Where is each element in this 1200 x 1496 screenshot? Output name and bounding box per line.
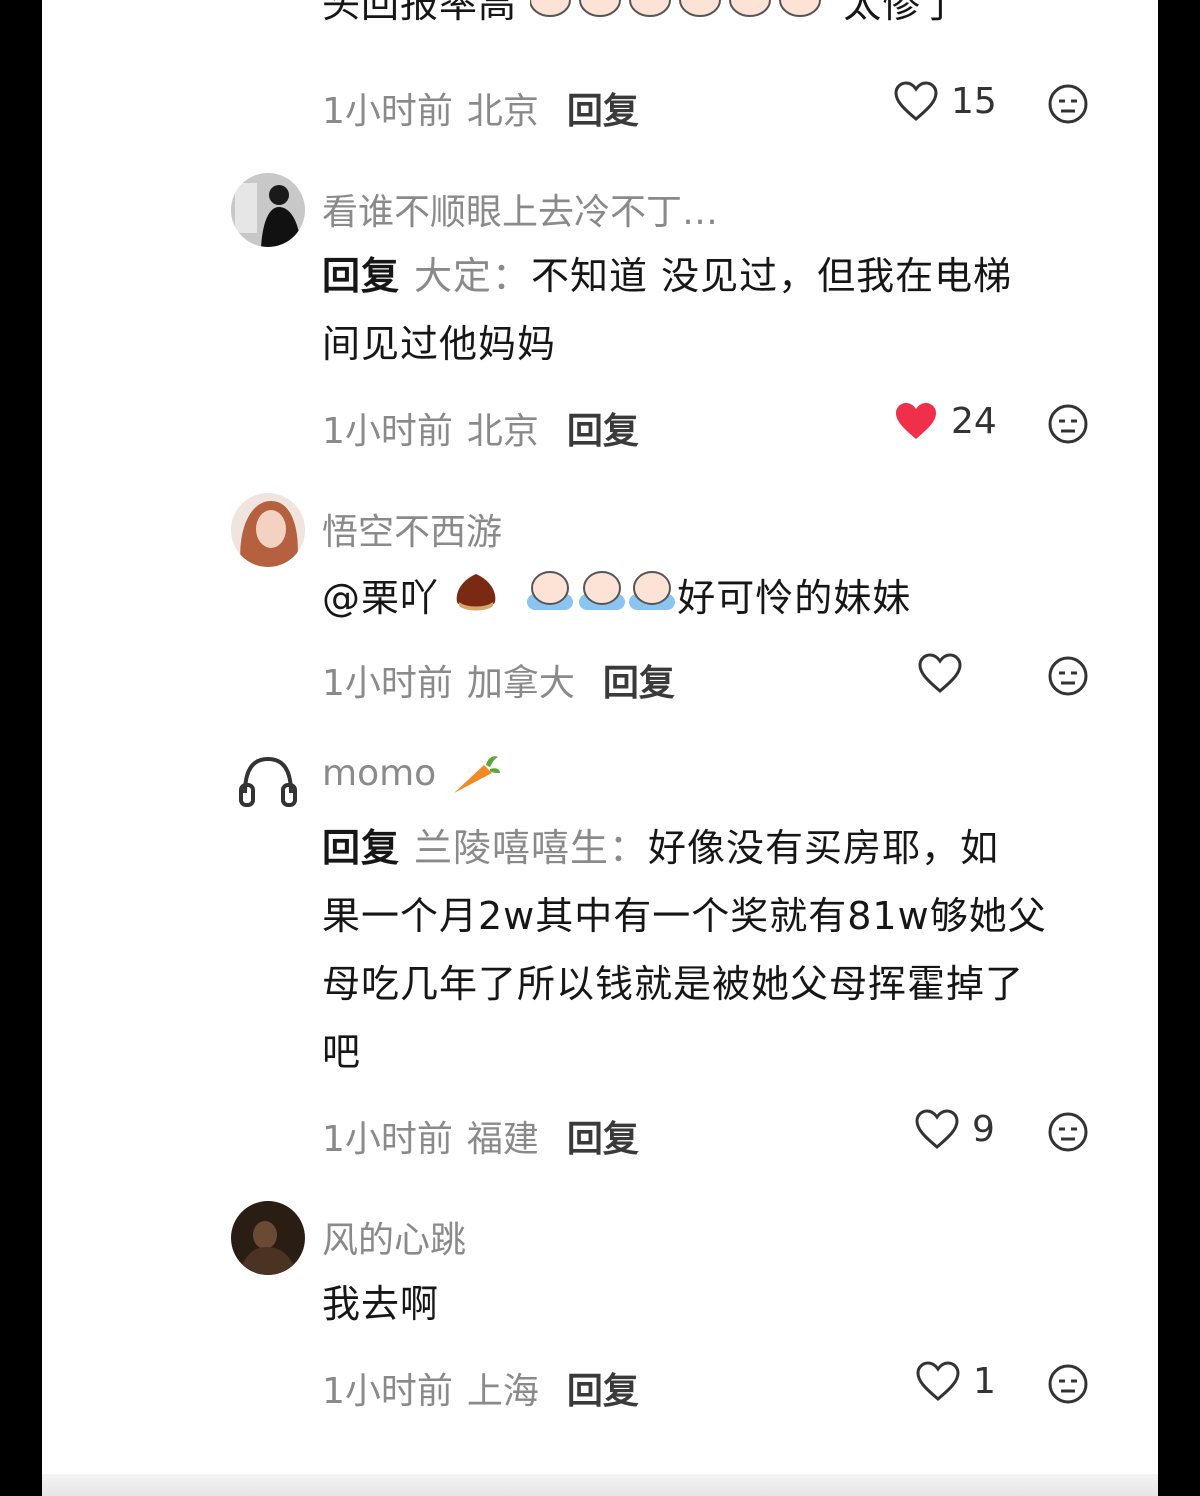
username[interactable]: 风的心跳 bbox=[322, 1211, 466, 1263]
comment-meta: 1小时前 上海 回复 bbox=[322, 1362, 639, 1414]
avatar[interactable] bbox=[231, 1201, 305, 1275]
like-count: 1 bbox=[973, 1360, 996, 1402]
comment-location: 福建 bbox=[466, 1119, 539, 1160]
comment-location: 上海 bbox=[466, 1371, 539, 1412]
like-button[interactable]: 15 bbox=[893, 80, 997, 122]
heart-icon bbox=[894, 81, 938, 121]
dislike-face-icon[interactable] bbox=[1048, 84, 1088, 124]
username-text: momo bbox=[322, 753, 437, 794]
comment-line: 我去啊 bbox=[322, 1282, 440, 1326]
comment-text-line: 好可怜的妹妹 bbox=[677, 576, 912, 620]
crying-emoji-row bbox=[529, 0, 830, 41]
comment-location: 北京 bbox=[466, 411, 539, 452]
avatar[interactable] bbox=[231, 493, 305, 567]
reply-button[interactable]: 回复 bbox=[603, 663, 675, 704]
comment-location: 北京 bbox=[466, 91, 539, 132]
comment-line: 果一个月2w其中有一个奖就有81w够她父 bbox=[322, 894, 1047, 938]
comment-meta: 1小时前 北京 回复 bbox=[322, 82, 639, 134]
comment-line: 间见过他妈妈 bbox=[322, 322, 557, 366]
comment-meta: 1小时前 北京 回复 bbox=[322, 402, 639, 454]
username[interactable]: momo bbox=[322, 753, 502, 797]
reply-button[interactable]: 回复 bbox=[567, 411, 639, 452]
chestnut-emoji bbox=[452, 567, 500, 635]
comment-line: 回复 大定：不知道 没见过，但我在电梯 bbox=[322, 242, 1122, 310]
comment-meta: 1小时前 加拿大 回复 bbox=[322, 654, 675, 706]
comment-text: 头回报率高 太惨了 bbox=[322, 0, 1122, 41]
comment-time: 1小时前 bbox=[322, 411, 453, 452]
reply-prefix: 回复 bbox=[322, 254, 401, 298]
headphones-icon bbox=[239, 756, 297, 807]
comment-location: 加拿大 bbox=[466, 663, 575, 704]
comment-text-line: 不知道 没见过，但我在电梯 bbox=[531, 254, 1013, 298]
comment-list: 头回报率高 太惨了 1小时前 北京 回复 15 看谁不顺眼上去冷不丁… 回复 大… bbox=[42, 0, 1158, 1496]
comment-line: 母吃几年了所以钱就是被她父母挥霍掉了 bbox=[322, 962, 1025, 1006]
heart-filled-icon bbox=[896, 403, 936, 439]
like-count: 24 bbox=[951, 400, 997, 442]
comment-time: 1小时前 bbox=[322, 1119, 453, 1160]
comment-text-start: 头回报率高 bbox=[322, 0, 518, 26]
like-button[interactable]: 1 bbox=[915, 1360, 996, 1402]
heart-icon bbox=[916, 1361, 960, 1401]
comment-text: 回复 兰陵嘻嘻生：好像没有买房耶，如 果一个月2w其中有一个奖就有81w够她父 母… bbox=[322, 814, 1122, 1086]
dislike-face-icon[interactable] bbox=[1048, 656, 1088, 696]
reply-button[interactable]: 回复 bbox=[567, 1371, 639, 1412]
comment-text: 回复 大定：不知道 没见过，但我在电梯 间见过他妈妈 bbox=[322, 242, 1122, 378]
username[interactable]: 看谁不顺眼上去冷不丁… bbox=[322, 183, 718, 235]
avatar[interactable] bbox=[231, 173, 305, 247]
reply-target[interactable]: 大定： bbox=[414, 254, 531, 298]
reply-target[interactable]: 兰陵嘻嘻生： bbox=[414, 826, 648, 870]
like-button[interactable]: 9 bbox=[914, 1108, 995, 1150]
bottom-bar bbox=[42, 1474, 1158, 1496]
carrot-icon bbox=[453, 756, 500, 793]
comment-text: 我去啊 bbox=[322, 1270, 1122, 1338]
dislike-face-icon[interactable] bbox=[1048, 1112, 1088, 1152]
username[interactable]: 悟空不西游 bbox=[322, 503, 502, 555]
comment-meta: 1小时前 福建 回复 bbox=[322, 1110, 639, 1162]
dislike-face-icon[interactable] bbox=[1048, 404, 1088, 444]
like-count: 9 bbox=[972, 1108, 995, 1150]
reply-prefix: 回复 bbox=[322, 826, 401, 870]
comment-text-end: 太惨了 bbox=[843, 0, 961, 26]
dislike-face-icon[interactable] bbox=[1048, 1364, 1088, 1404]
like-count: 15 bbox=[951, 80, 997, 122]
comment-text: @栗吖 好可怜的妹妹 bbox=[322, 564, 1122, 635]
comment-line: 回复 兰陵嘻嘻生：好像没有买房耶，如 bbox=[322, 814, 1122, 882]
avatar[interactable] bbox=[231, 743, 305, 817]
comment-time: 1小时前 bbox=[322, 663, 453, 704]
comment-line: 吧 bbox=[322, 1030, 362, 1074]
comment-time: 1小时前 bbox=[322, 1371, 453, 1412]
reply-button[interactable]: 回复 bbox=[567, 1119, 639, 1160]
reply-button[interactable]: 回复 bbox=[567, 91, 639, 132]
comment-time: 1小时前 bbox=[322, 91, 453, 132]
comment-text-line: 好像没有买房耶，如 bbox=[648, 826, 1000, 870]
heart-icon bbox=[915, 1109, 959, 1149]
heart-icon bbox=[918, 653, 962, 693]
mention-link[interactable]: @栗吖 bbox=[322, 576, 439, 620]
like-button[interactable]: 24 bbox=[893, 400, 997, 442]
crying-emoji-row bbox=[525, 566, 677, 635]
like-button[interactable] bbox=[917, 652, 975, 694]
